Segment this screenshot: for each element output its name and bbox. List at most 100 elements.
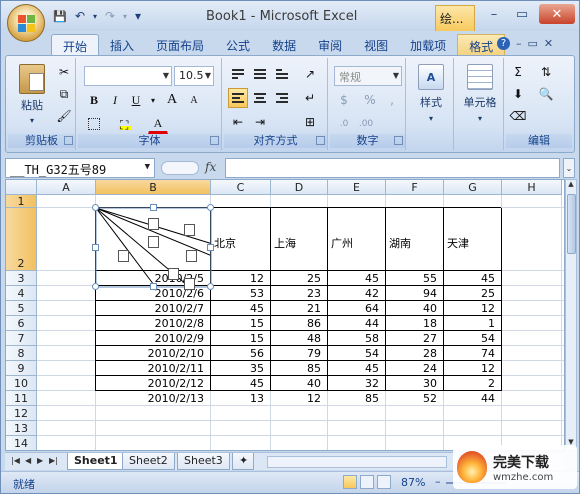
column-header[interactable]: A — [37, 180, 96, 195]
row-header[interactable]: 5 — [6, 301, 37, 316]
increase-decimal-icon[interactable]: .0 — [334, 114, 354, 134]
borders-icon[interactable] — [84, 114, 104, 134]
drawing-tools-context-tab[interactable]: 绘... — [435, 5, 475, 31]
value-cell[interactable]: 12 — [211, 272, 267, 285]
scroll-up-icon[interactable]: ▲ — [566, 180, 576, 192]
row-header[interactable]: 13 — [6, 421, 37, 436]
row-header[interactable]: 2 — [6, 208, 37, 271]
value-cell[interactable]: 25 — [444, 287, 498, 300]
paste-dropdown-icon[interactable]: ▾ — [30, 116, 34, 125]
underline-button[interactable]: U — [126, 90, 146, 110]
last-sheet-icon[interactable]: ▶| — [49, 456, 58, 465]
font-color-button[interactable]: A — [148, 114, 168, 134]
accounting-format-icon[interactable]: $ — [334, 90, 354, 110]
value-cell[interactable]: 18 — [386, 317, 440, 330]
value-cell[interactable]: 25 — [271, 272, 324, 285]
value-cell[interactable]: 85 — [271, 362, 324, 375]
value-cell[interactable]: 54 — [328, 347, 382, 360]
font-name-combo[interactable]: ▼ — [84, 66, 172, 86]
worksheet-grid[interactable]: ABCDEFGH1234567891011121314北京上海广州湖南天津201… — [5, 179, 565, 451]
zoom-out-button[interactable]: – — [435, 475, 441, 488]
alignment-launcher-icon[interactable] — [316, 136, 325, 145]
value-cell[interactable]: 45 — [211, 302, 267, 315]
row-header[interactable]: 3 — [6, 271, 37, 286]
minimize-button[interactable]: – — [479, 4, 509, 24]
date-cell[interactable]: 2010/2/12 — [96, 377, 207, 390]
align-top-icon[interactable] — [228, 64, 248, 84]
value-cell[interactable]: 45 — [444, 272, 498, 285]
italic-button[interactable]: I — [105, 90, 125, 110]
value-cell[interactable]: 15 — [211, 332, 267, 345]
value-cell[interactable]: 24 — [386, 362, 440, 375]
office-button[interactable] — [7, 4, 45, 42]
table-header-cell[interactable]: 北京 — [211, 235, 269, 250]
value-cell[interactable]: 48 — [271, 332, 324, 345]
row-header[interactable]: 12 — [6, 406, 37, 421]
date-cell[interactable]: 2010/2/10 — [96, 347, 207, 360]
bold-button[interactable]: B — [84, 90, 104, 110]
expand-formula-bar-icon[interactable]: ⌄ — [563, 158, 575, 178]
resize-handle[interactable] — [207, 204, 214, 211]
value-cell[interactable]: 45 — [328, 272, 382, 285]
horizontal-scrollbar[interactable] — [267, 456, 447, 468]
row-header[interactable]: 6 — [6, 316, 37, 331]
page-break-view-icon[interactable] — [377, 475, 391, 489]
insert-function-icon[interactable]: fx — [205, 160, 216, 174]
value-cell[interactable]: 53 — [211, 287, 267, 300]
undo-dropdown-icon[interactable]: ▾ — [91, 7, 99, 25]
customize-qat-icon[interactable]: ▾ — [131, 7, 145, 25]
sheet-tab-2[interactable]: Sheet2 — [122, 453, 175, 470]
next-sheet-icon[interactable]: ▶ — [37, 456, 43, 465]
value-cell[interactable]: 56 — [211, 347, 267, 360]
value-cell[interactable]: 86 — [271, 317, 324, 330]
font-name-dropdown-icon[interactable]: ▼ — [163, 71, 169, 80]
value-cell[interactable]: 2 — [444, 377, 498, 390]
first-sheet-icon[interactable]: |◀ — [11, 456, 20, 465]
row-header[interactable]: 11 — [6, 391, 37, 406]
value-cell[interactable]: 79 — [271, 347, 324, 360]
date-cell[interactable]: 2010/2/13 — [96, 392, 207, 405]
page-layout-view-icon[interactable] — [360, 475, 374, 489]
resize-handle[interactable] — [149, 204, 157, 211]
sheet-tab-1[interactable]: Sheet1 — [67, 453, 125, 470]
value-cell[interactable]: 58 — [328, 332, 382, 345]
prev-sheet-icon[interactable]: ◀ — [25, 456, 31, 465]
ribbon-close-button[interactable]: ✕ — [544, 37, 553, 50]
value-cell[interactable]: 1 — [444, 317, 498, 330]
value-cell[interactable]: 52 — [386, 392, 440, 405]
value-cell[interactable]: 12 — [444, 362, 498, 375]
tab-page-layout[interactable]: 页面布局 — [145, 34, 215, 56]
row-header[interactable]: 9 — [6, 361, 37, 376]
save-icon[interactable]: 💾 — [51, 7, 69, 25]
value-cell[interactable]: 13 — [211, 392, 267, 405]
shrink-font-button[interactable]: A — [184, 90, 204, 110]
value-cell[interactable]: 30 — [386, 377, 440, 390]
value-cell[interactable]: 21 — [271, 302, 324, 315]
grow-font-button[interactable]: A — [162, 90, 182, 110]
row-header[interactable]: 8 — [6, 346, 37, 361]
column-header[interactable]: E — [328, 180, 386, 195]
font-size-combo[interactable]: 10.5 ▼ — [174, 66, 214, 86]
row-header[interactable]: 10 — [6, 376, 37, 391]
tab-insert[interactable]: 插入 — [99, 34, 145, 56]
column-header[interactable]: B — [96, 180, 211, 195]
tab-formulas[interactable]: 公式 — [215, 34, 261, 56]
cut-icon[interactable]: ✂ — [54, 62, 74, 82]
tab-view[interactable]: 视图 — [353, 34, 399, 56]
align-middle-icon[interactable] — [250, 64, 270, 84]
value-cell[interactable]: 12 — [444, 302, 498, 315]
number-format-combo[interactable]: 常规 ▼ — [334, 66, 402, 86]
resize-handle[interactable] — [92, 204, 99, 211]
column-header[interactable]: H — [502, 180, 562, 195]
vertical-scrollbar[interactable]: ▲ ▼ — [565, 179, 577, 451]
value-cell[interactable]: 42 — [328, 287, 382, 300]
cells-dropdown-icon[interactable]: ▾ — [478, 114, 482, 123]
align-center-icon[interactable] — [250, 88, 270, 108]
value-cell[interactable]: 28 — [386, 347, 440, 360]
value-cell[interactable]: 54 — [444, 332, 498, 345]
cells-button[interactable]: 单元格 ▾ — [458, 64, 502, 123]
value-cell[interactable]: 23 — [271, 287, 324, 300]
sort-filter-icon[interactable]: ⇅ — [536, 62, 556, 82]
close-button[interactable]: ✕ — [539, 4, 575, 24]
date-cell[interactable]: 2010/2/11 — [96, 362, 207, 375]
